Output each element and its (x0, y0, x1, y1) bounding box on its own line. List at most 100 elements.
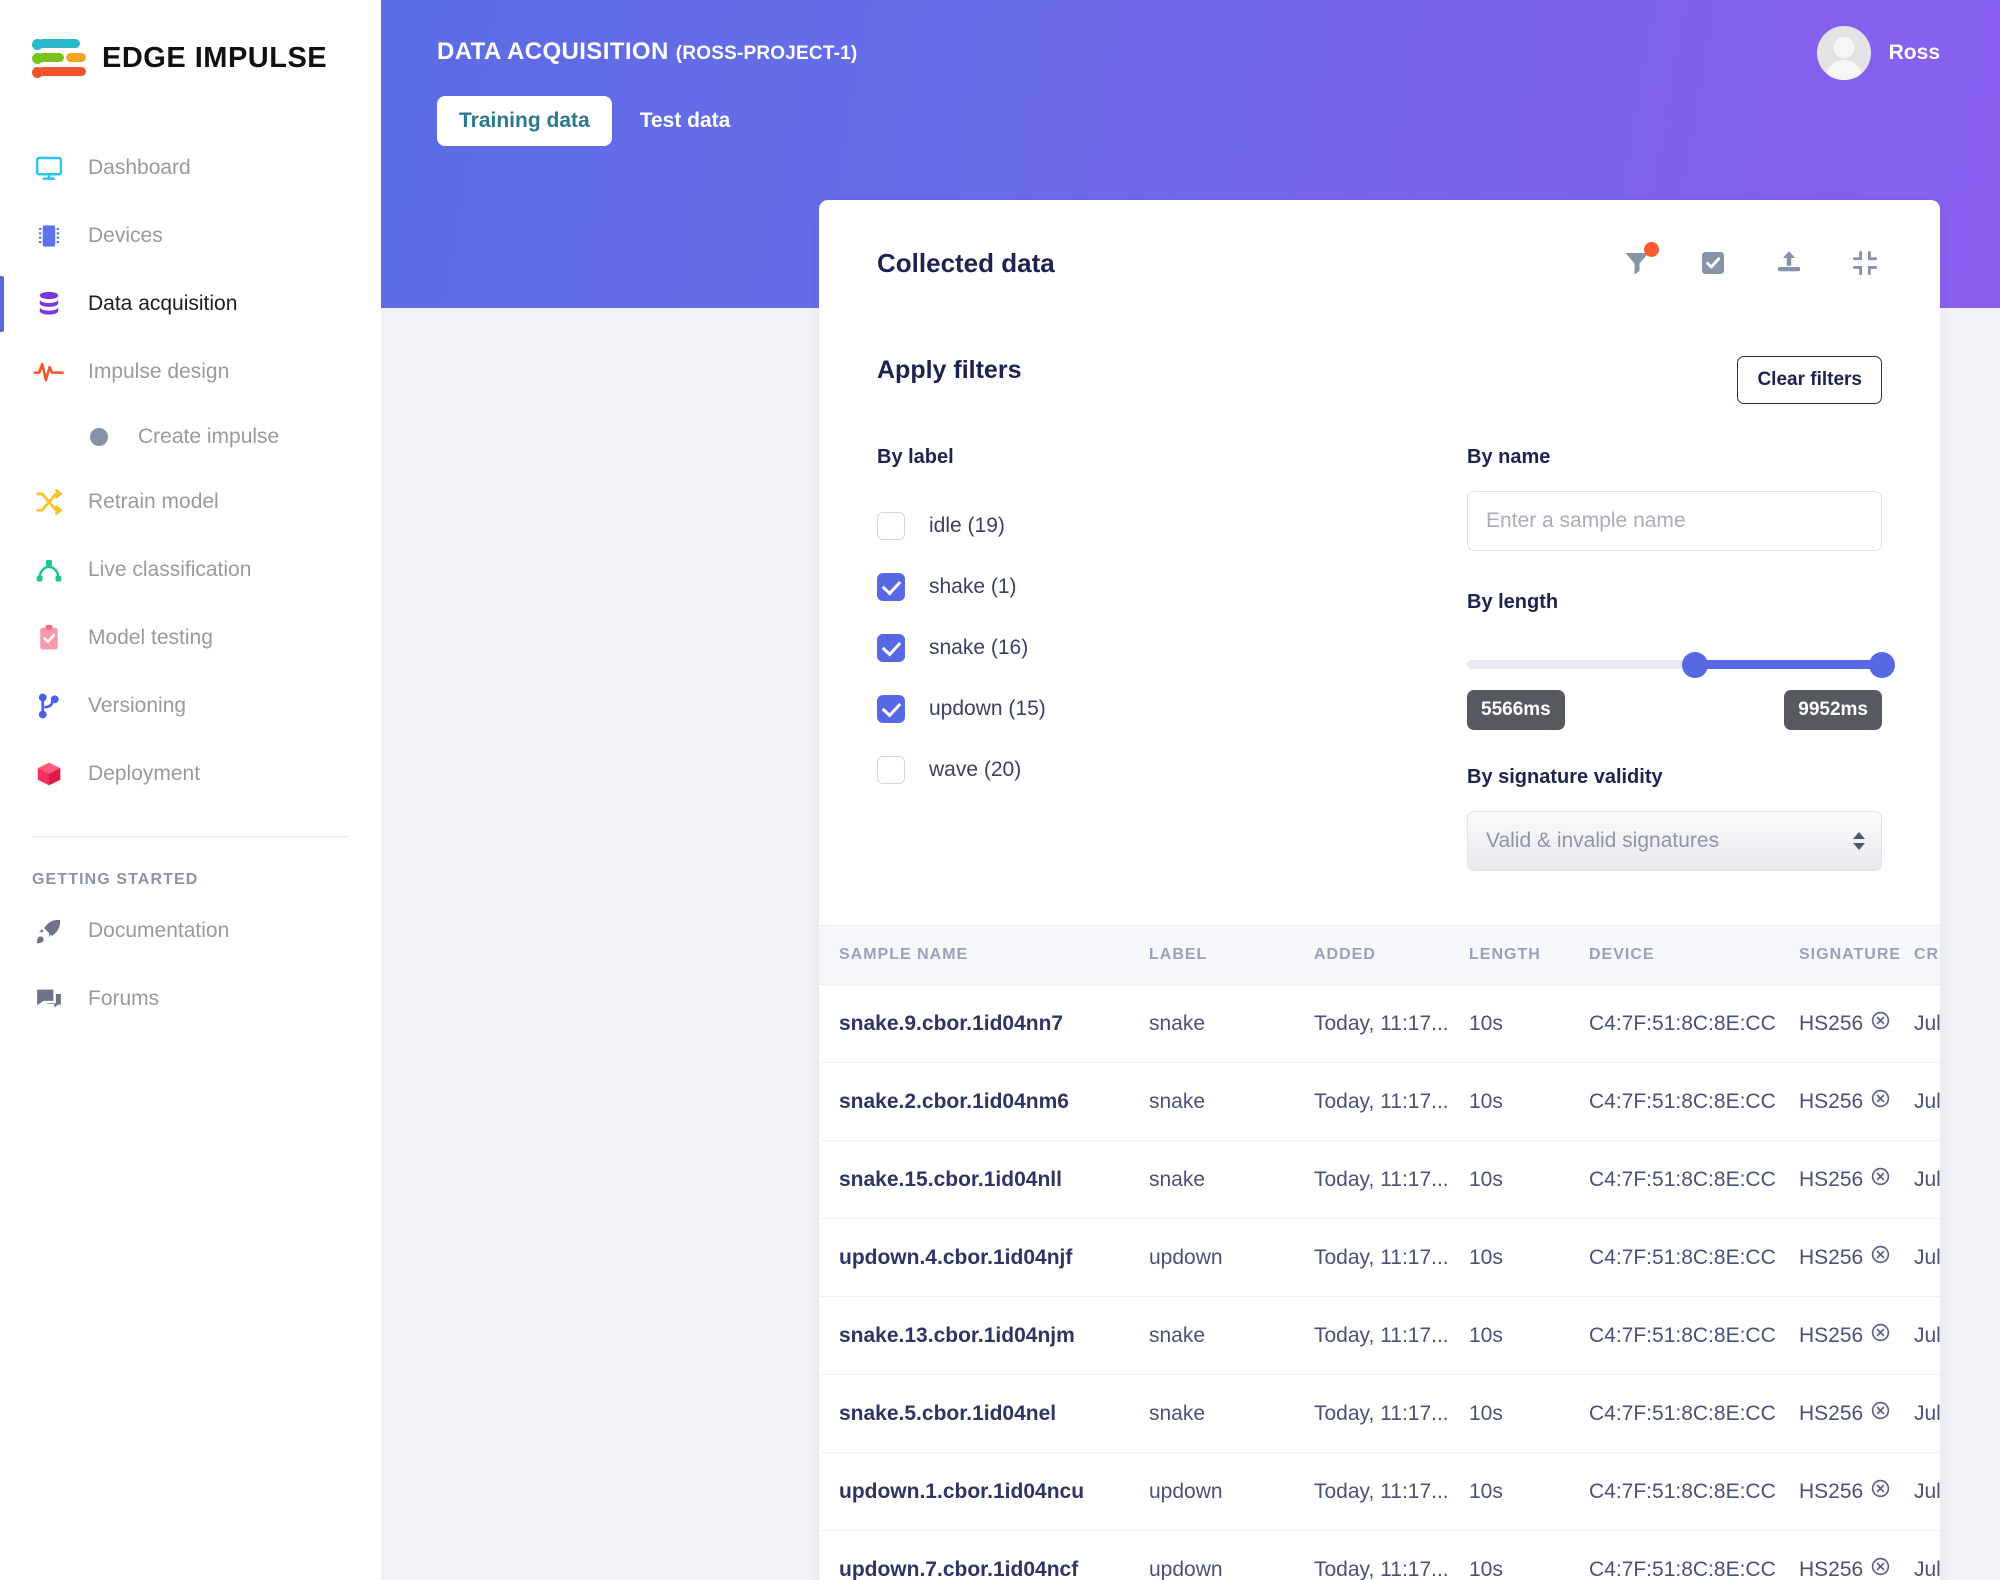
select-all-checkbox-icon[interactable] (1696, 246, 1730, 280)
cell-label: snake (1149, 1090, 1314, 1114)
filter-icon[interactable] (1620, 246, 1654, 280)
checkbox-icon[interactable] (877, 634, 905, 662)
label-filter-text: wave (20) (929, 758, 1021, 782)
table-row[interactable]: updown.4.cbor.1id04njfupdownToday, 11:17… (819, 1219, 1940, 1297)
cell-sample-name[interactable]: snake.15.cbor.1id04nll (839, 1168, 1149, 1192)
table-row[interactable]: snake.15.cbor.1id04nllsnakeToday, 11:17.… (819, 1141, 1940, 1219)
brand-logo[interactable]: EDGE IMPULSE (0, 0, 381, 80)
chat-icon (32, 982, 66, 1016)
tab-test-data[interactable]: Test data (618, 96, 753, 146)
slider-handle-min[interactable] (1682, 652, 1708, 678)
sidebar-item-data-acquisition[interactable]: Data acquisition (0, 270, 381, 338)
cell-device: C4:7F:51:8C:8E:CC (1589, 1246, 1799, 1270)
chip-icon (32, 219, 66, 253)
cell-device: C4:7F:51:8C:8E:CC (1589, 1480, 1799, 1504)
cell-length: 10s (1469, 1558, 1589, 1580)
cell-length: 10s (1469, 1168, 1589, 1192)
table-row[interactable]: updown.1.cbor.1id04ncuupdownToday, 11:17… (819, 1453, 1940, 1531)
sidebar-item-create-impulse[interactable]: Create impulse (0, 406, 381, 468)
cell-created: Jul 30 2019, ... (1914, 1402, 1940, 1426)
cell-label: updown (1149, 1558, 1314, 1580)
by-signature-title: By signature validity (1467, 766, 1882, 789)
apply-filters-title: Apply filters (877, 356, 1021, 385)
checkbox-icon[interactable] (877, 695, 905, 723)
sidebar-item-versioning[interactable]: Versioning (0, 672, 381, 740)
length-max-label: 9952ms (1784, 690, 1882, 730)
length-range-slider[interactable] (1467, 654, 1882, 674)
column-header-device[interactable]: DEVICE (1589, 946, 1799, 964)
table-row[interactable]: snake.5.cbor.1id04nelsnakeToday, 11:17..… (819, 1375, 1940, 1453)
label-filter-snake[interactable]: snake (16) (877, 617, 1467, 678)
table-row[interactable]: snake.13.cbor.1id04njmsnakeToday, 11:17.… (819, 1297, 1940, 1375)
table-body: snake.9.cbor.1id04nn7snakeToday, 11:17..… (819, 985, 1940, 1580)
cell-sample-name[interactable]: updown.4.cbor.1id04njf (839, 1246, 1149, 1270)
clear-filters-button[interactable]: Clear filters (1737, 356, 1882, 404)
collected-data-card: Collected data (819, 200, 1940, 1580)
column-header-sample-name[interactable]: SAMPLE NAME (839, 946, 1149, 964)
cell-added: Today, 11:17... (1314, 1480, 1469, 1504)
slider-handle-max[interactable] (1869, 652, 1895, 678)
table-row[interactable]: snake.2.cbor.1id04nm6snakeToday, 11:17..… (819, 1063, 1940, 1141)
column-header-length[interactable]: LENGTH (1469, 946, 1589, 964)
signature-invalid-icon (1870, 1400, 1891, 1427)
table-row[interactable]: updown.7.cbor.1id04ncfupdownToday, 11:17… (819, 1531, 1940, 1580)
sidebar-item-label: Documentation (88, 919, 229, 943)
sidebar-item-model-testing[interactable]: Model testing (0, 604, 381, 672)
cell-signature: HS256 (1799, 1400, 1914, 1427)
checkbox-icon[interactable] (877, 512, 905, 540)
sidebar-item-label: Deployment (88, 762, 200, 786)
sidebar-item-retrain-model[interactable]: Retrain model (0, 468, 381, 536)
cell-sample-name[interactable]: snake.2.cbor.1id04nm6 (839, 1090, 1149, 1114)
collapse-icon[interactable] (1848, 246, 1882, 280)
cell-sample-name[interactable]: snake.5.cbor.1id04nel (839, 1402, 1149, 1426)
sidebar-item-impulse-design[interactable]: Impulse design (0, 338, 381, 406)
card-title: Collected data (877, 248, 1055, 279)
cell-added: Today, 11:17... (1314, 1402, 1469, 1426)
cell-created: Jul 30 2019, ... (1914, 1090, 1940, 1114)
table-row[interactable]: snake.9.cbor.1id04nn7snakeToday, 11:17..… (819, 985, 1940, 1063)
cell-label: snake (1149, 1402, 1314, 1426)
sidebar-item-dashboard[interactable]: Dashboard (0, 134, 381, 202)
signature-invalid-icon (1870, 1478, 1891, 1505)
cell-sample-name[interactable]: updown.7.cbor.1id04ncf (839, 1558, 1149, 1580)
cell-device: C4:7F:51:8C:8E:CC (1589, 1168, 1799, 1192)
sidebar-item-devices[interactable]: Devices (0, 202, 381, 270)
pulse-icon (32, 355, 66, 389)
signature-validity-select[interactable]: Valid & invalid signatures (1467, 811, 1882, 871)
column-header-label[interactable]: LABEL (1149, 946, 1314, 964)
cell-added: Today, 11:17... (1314, 1090, 1469, 1114)
user-menu[interactable]: Ross (1817, 26, 1940, 80)
cell-signature: HS256 (1799, 1088, 1914, 1115)
box-icon (32, 757, 66, 791)
page-title-text: DATA ACQUISITION (437, 38, 669, 65)
column-header-added[interactable]: ADDED (1314, 946, 1469, 964)
tab-training-data[interactable]: Training data (437, 96, 612, 146)
sidebar-item-live-classification[interactable]: Live classification (0, 536, 381, 604)
cell-sample-name[interactable]: updown.1.cbor.1id04ncu (839, 1480, 1149, 1504)
column-header-signature[interactable]: SIGNATURE (1799, 946, 1914, 964)
database-icon (32, 287, 66, 321)
label-filter-wave[interactable]: wave (20) (877, 739, 1467, 800)
cell-sample-name[interactable]: snake.9.cbor.1id04nn7 (839, 1012, 1149, 1036)
app-root: EDGE IMPULSE Dashboard (0, 0, 2000, 1580)
cell-label: updown (1149, 1480, 1314, 1504)
sample-name-input[interactable] (1467, 491, 1882, 551)
clipboard-check-icon (32, 621, 66, 655)
column-header-created[interactable]: CREATED (1914, 946, 1940, 964)
sidebar-item-documentation[interactable]: Documentation (0, 897, 381, 965)
sidebar-item-label: Live classification (88, 558, 251, 582)
cell-sample-name[interactable]: snake.13.cbor.1id04njm (839, 1324, 1149, 1348)
checkbox-icon[interactable] (877, 756, 905, 784)
label-filter-shake[interactable]: shake (1) (877, 556, 1467, 617)
page-title: DATA ACQUISITION (ROSS-PROJECT-1) (437, 38, 1940, 66)
label-filter-idle[interactable]: idle (19) (877, 495, 1467, 556)
sidebar-item-label: Model testing (88, 626, 213, 650)
label-checkbox-list: idle (19) shake (1) snake (16) (877, 495, 1467, 800)
sidebar-item-forums[interactable]: Forums (0, 965, 381, 1033)
sidebar-item-deployment[interactable]: Deployment (0, 740, 381, 808)
label-filter-updown[interactable]: updown (15) (877, 678, 1467, 739)
upload-icon[interactable] (1772, 246, 1806, 280)
label-filter-text: snake (16) (929, 636, 1028, 660)
cell-signature: HS256 (1799, 1010, 1914, 1037)
checkbox-icon[interactable] (877, 573, 905, 601)
